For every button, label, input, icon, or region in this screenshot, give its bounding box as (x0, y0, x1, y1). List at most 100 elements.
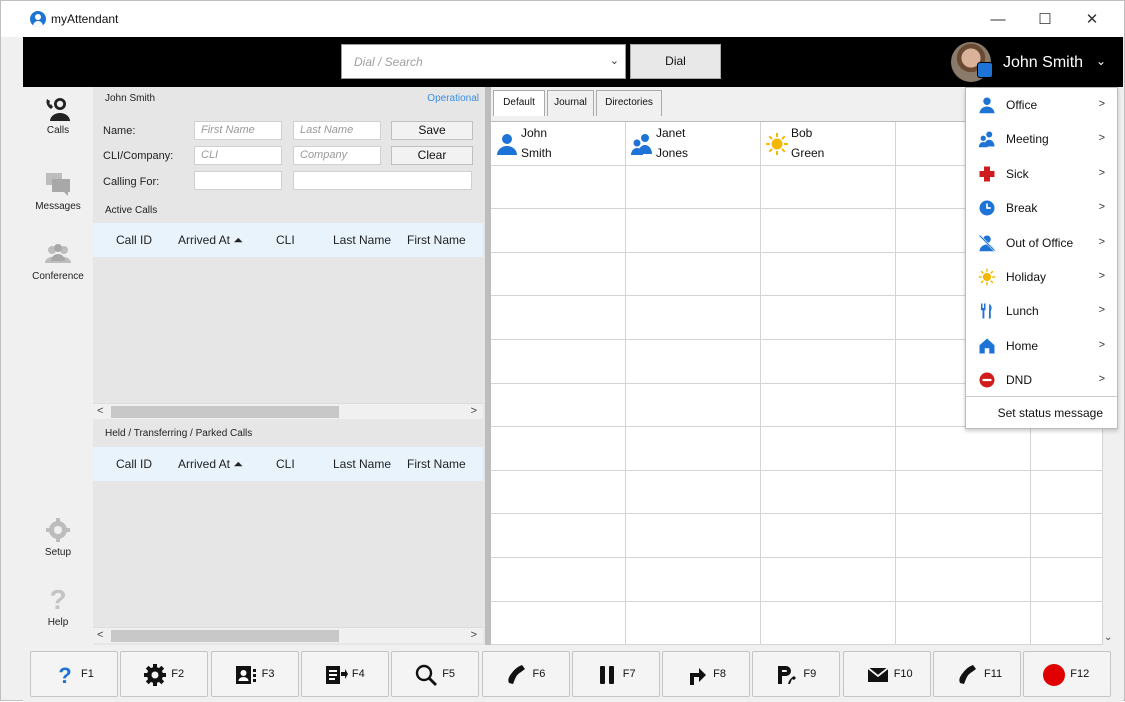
status-menu-item-out-of-office[interactable]: Out of Office > (966, 226, 1117, 260)
column-call-id[interactable]: Call ID (116, 233, 152, 247)
fkey-f5-button[interactable]: F5 (391, 651, 480, 697)
empty-speed-dial-cell[interactable] (761, 252, 896, 297)
active-calls-horizontal-scrollbar[interactable]: < > (93, 403, 483, 419)
dial-search-box[interactable]: ⌄ (341, 44, 626, 79)
status-menu-item-home[interactable]: Home > (966, 329, 1117, 363)
scroll-thumb[interactable] (111, 406, 339, 418)
empty-speed-dial-cell[interactable] (761, 383, 896, 428)
contact-tile[interactable]: John Smith (491, 122, 626, 166)
empty-speed-dial-cell[interactable] (626, 558, 761, 602)
empty-speed-dial-cell[interactable] (626, 296, 761, 340)
empty-speed-dial-cell[interactable] (626, 209, 761, 253)
minimize-button[interactable]: — (978, 7, 1018, 33)
sidebar-item-calls[interactable]: Calls (23, 95, 93, 136)
status-menu-item-holiday[interactable]: Holiday > (966, 260, 1117, 294)
column-arrived-at[interactable]: Arrived At ⏶ (178, 457, 243, 472)
empty-speed-dial-cell[interactable] (491, 340, 626, 384)
empty-speed-dial-cell[interactable] (761, 514, 896, 558)
empty-speed-dial-cell[interactable] (761, 558, 896, 602)
empty-speed-dial-cell[interactable] (491, 558, 626, 602)
empty-speed-dial-cell[interactable] (491, 514, 626, 558)
scroll-thumb[interactable] (111, 630, 339, 642)
sidebar-item-messages[interactable]: Messages (23, 171, 93, 212)
fkey-f2-button[interactable]: F2 (120, 651, 209, 697)
status-menu-item-meeting[interactable]: Meeting > (966, 122, 1117, 156)
close-button[interactable]: ✕ (1072, 7, 1112, 33)
empty-speed-dial-cell[interactable] (896, 601, 1031, 646)
empty-speed-dial-cell[interactable] (1031, 558, 1103, 602)
empty-speed-dial-cell[interactable] (896, 427, 1031, 471)
column-cli[interactable]: CLI (276, 457, 295, 471)
calling-for-field[interactable] (194, 171, 282, 190)
empty-speed-dial-cell[interactable] (626, 427, 761, 471)
held-calls-horizontal-scrollbar[interactable]: < > (93, 627, 483, 643)
company-field[interactable]: Company (293, 146, 381, 165)
empty-speed-dial-cell[interactable] (491, 470, 626, 515)
empty-speed-dial-cell[interactable] (491, 427, 626, 471)
column-arrived-at[interactable]: Arrived At ⏶ (178, 233, 243, 248)
column-first-name[interactable]: First Name (407, 457, 466, 471)
sidebar-item-setup[interactable]: Setup (23, 517, 93, 558)
fkey-f1-button[interactable]: ? F1 (30, 651, 118, 697)
empty-speed-dial-cell[interactable] (761, 601, 896, 646)
calling-for-detail-field[interactable] (293, 171, 472, 190)
empty-speed-dial-cell[interactable] (1031, 514, 1103, 558)
scroll-down-icon[interactable]: ⌄ (1104, 632, 1112, 643)
contact-tile[interactable]: Janet Jones (626, 122, 761, 166)
status-menu-item-office[interactable]: Office > (966, 88, 1117, 122)
empty-speed-dial-cell[interactable] (761, 296, 896, 340)
clear-button[interactable]: Clear (391, 146, 473, 165)
empty-speed-dial-cell[interactable] (896, 470, 1031, 515)
dial-search-input[interactable] (342, 45, 592, 78)
save-button[interactable]: Save (391, 121, 473, 140)
user-name[interactable]: John Smith (1003, 54, 1083, 72)
empty-speed-dial-cell[interactable] (626, 601, 761, 646)
empty-speed-dial-cell[interactable] (491, 383, 626, 428)
scroll-left-icon[interactable]: < (97, 629, 103, 641)
status-menu-item-sick[interactable]: Sick > (966, 157, 1117, 191)
first-name-field[interactable]: First Name (194, 121, 282, 140)
status-menu-item-break[interactable]: Break > (966, 191, 1117, 225)
fkey-f7-button[interactable]: F7 (571, 651, 660, 697)
empty-speed-dial-cell[interactable] (491, 601, 626, 646)
empty-speed-dial-cell[interactable] (626, 383, 761, 428)
fkey-f12-button[interactable]: F12 (1023, 651, 1112, 697)
empty-speed-dial-cell[interactable] (626, 470, 761, 515)
empty-speed-dial-cell[interactable] (761, 209, 896, 253)
maximize-button[interactable]: ☐ (1025, 7, 1065, 33)
fkey-f11-button[interactable]: F11 (933, 651, 1021, 697)
empty-speed-dial-cell[interactable] (491, 296, 626, 340)
empty-speed-dial-cell[interactable] (1031, 601, 1103, 646)
empty-speed-dial-cell[interactable] (626, 165, 761, 210)
cli-field[interactable]: CLI (194, 146, 282, 165)
status-menu-item-dnd[interactable]: DND > (966, 363, 1117, 397)
tab-journal[interactable]: Journal (547, 90, 594, 116)
column-call-id[interactable]: Call ID (116, 457, 152, 471)
sidebar-item-help[interactable]: ? Help (23, 586, 93, 629)
fkey-f8-button[interactable]: F8 (662, 651, 751, 697)
column-cli[interactable]: CLI (276, 233, 295, 247)
tab-directories[interactable]: Directories (596, 90, 662, 116)
column-last-name[interactable]: Last Name (333, 233, 391, 247)
fkey-f4-button[interactable]: F4 (300, 651, 389, 697)
fkey-f10-button[interactable]: F10 (842, 651, 931, 697)
empty-speed-dial-cell[interactable] (761, 470, 896, 515)
empty-speed-dial-cell[interactable] (1031, 427, 1103, 471)
scroll-left-icon[interactable]: < (97, 405, 103, 417)
column-first-name[interactable]: First Name (407, 233, 466, 247)
empty-speed-dial-cell[interactable] (761, 340, 896, 384)
set-status-message-item[interactable]: Set status message (966, 397, 1117, 429)
empty-speed-dial-cell[interactable] (1031, 470, 1103, 515)
empty-speed-dial-cell[interactable] (761, 165, 896, 210)
tab-default[interactable]: Default (493, 90, 545, 116)
scroll-right-icon[interactable]: > (471, 629, 477, 641)
dial-button[interactable]: Dial (630, 44, 721, 79)
empty-speed-dial-cell[interactable] (491, 165, 626, 210)
empty-speed-dial-cell[interactable] (491, 209, 626, 253)
scroll-right-icon[interactable]: > (471, 405, 477, 417)
sidebar-item-conference[interactable]: Conference (23, 241, 93, 282)
empty-speed-dial-cell[interactable] (761, 427, 896, 471)
empty-speed-dial-cell[interactable] (626, 340, 761, 384)
empty-speed-dial-cell[interactable] (896, 514, 1031, 558)
status-menu-item-lunch[interactable]: Lunch > (966, 294, 1117, 328)
